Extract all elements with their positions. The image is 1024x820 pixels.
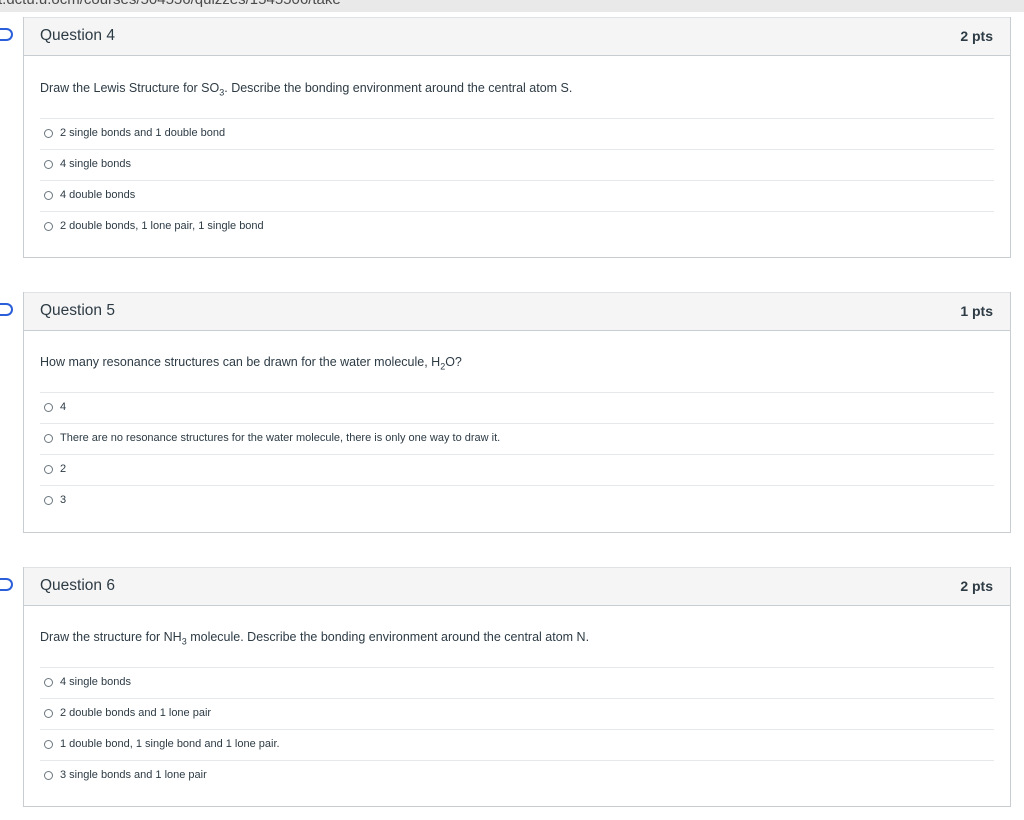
answer-option[interactable]: 3 (40, 485, 994, 516)
answer-option[interactable]: 4 (40, 392, 994, 423)
radio-button[interactable] (44, 709, 53, 718)
question-prompt: Draw the structure for NH3 molecule. Des… (40, 630, 590, 647)
radio-button[interactable] (44, 678, 53, 687)
answer-label: 4 single bonds (60, 676, 131, 688)
answer-label: 4 (60, 401, 67, 413)
question-points: 2 pts (960, 578, 993, 594)
question-5: Question 5 1 pts How many resonance stru… (0, 292, 1011, 533)
radio-button[interactable] (44, 465, 53, 474)
question-points: 2 pts (960, 28, 993, 44)
radio-button[interactable] (44, 434, 53, 443)
answer-option[interactable]: 3 single bonds and 1 lone pair (40, 760, 994, 791)
browser-address-bar[interactable]: t.dctu.u.ocm/courses/504556/quizzes/1545… (0, 0, 1024, 12)
question-header: Question 5 1 pts (0, 292, 1010, 331)
radio-button[interactable] (44, 129, 53, 138)
answer-label: 2 (60, 463, 67, 475)
answer-list: 2 single bonds and 1 double bond 4 singl… (40, 118, 994, 242)
question-points: 1 pts (960, 303, 993, 319)
answer-option[interactable]: 4 double bonds (40, 180, 994, 211)
answer-label: 3 (60, 494, 67, 506)
radio-button[interactable] (44, 740, 53, 749)
answer-option[interactable]: 1 double bond, 1 single bond and 1 lone … (40, 729, 994, 760)
answer-label: 2 double bonds, 1 lone pair, 1 single bo… (60, 220, 264, 232)
answer-label: 2 double bonds and 1 lone pair (60, 707, 212, 719)
question-6: Question 6 2 pts Draw the structure for … (0, 567, 1011, 807)
radio-button[interactable] (44, 222, 53, 231)
question-header: Question 4 2 pts (0, 17, 1010, 56)
question-title: Question 4 (40, 27, 115, 44)
flag-question-icon[interactable] (0, 28, 13, 41)
answer-label: 4 double bonds (60, 189, 136, 201)
answer-list: 4 single bonds 2 double bonds and 1 lone… (40, 667, 994, 791)
answer-list: 4 There are no resonance structures for … (40, 392, 994, 516)
answer-option[interactable]: There are no resonance structures for th… (40, 423, 994, 454)
flag-question-icon[interactable] (0, 578, 13, 591)
answer-label: 3 single bonds and 1 lone pair (60, 769, 207, 781)
question-header: Question 6 2 pts (0, 567, 1010, 606)
question-prompt: How many resonance structures can be dra… (40, 355, 462, 372)
answer-label: 4 single bonds (60, 158, 131, 170)
answer-option[interactable]: 4 single bonds (40, 149, 994, 180)
url-text: t.dctu.u.ocm/courses/504556/quizzes/1545… (0, 0, 341, 8)
question-prompt: Draw the Lewis Structure for SO3. Descri… (40, 81, 573, 98)
answer-option[interactable]: 2 double bonds and 1 lone pair (40, 698, 994, 729)
radio-button[interactable] (44, 403, 53, 412)
question-title: Question 6 (40, 577, 115, 594)
question-4: Question 4 2 pts Draw the Lewis Structur… (0, 17, 1011, 258)
flag-question-icon[interactable] (0, 303, 13, 316)
answer-option[interactable]: 2 (40, 454, 994, 485)
answer-option[interactable]: 4 single bonds (40, 667, 994, 698)
answer-option[interactable]: 2 double bonds, 1 lone pair, 1 single bo… (40, 211, 994, 242)
radio-button[interactable] (44, 160, 53, 169)
radio-button[interactable] (44, 496, 53, 505)
answer-label: There are no resonance structures for th… (60, 432, 501, 444)
answer-option[interactable]: 2 single bonds and 1 double bond (40, 118, 994, 149)
radio-button[interactable] (44, 191, 53, 200)
question-title: Question 5 (40, 302, 115, 319)
answer-label: 2 single bonds and 1 double bond (60, 127, 226, 139)
radio-button[interactable] (44, 771, 53, 780)
divider (0, 12, 1024, 16)
answer-label: 1 double bond, 1 single bond and 1 lone … (60, 738, 280, 750)
